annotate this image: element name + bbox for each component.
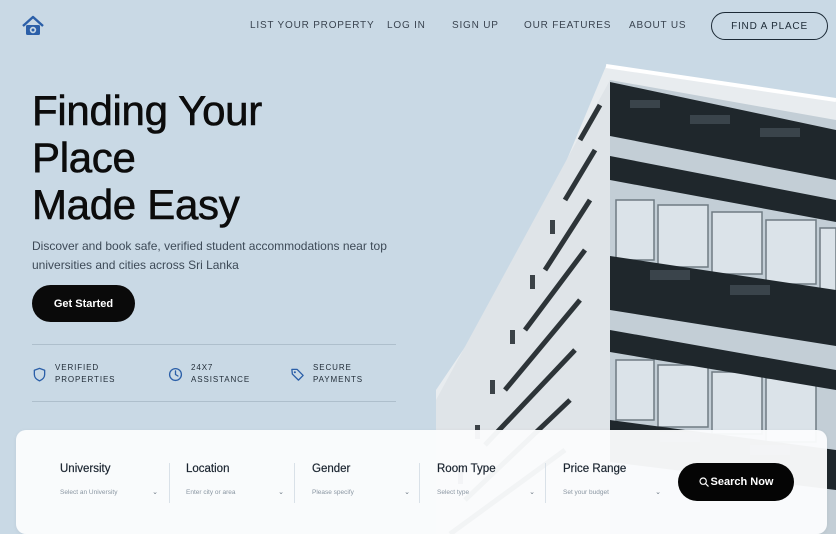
university-select[interactable]: Select an University ⌄ bbox=[60, 487, 158, 497]
field-placeholder: Please specify bbox=[312, 488, 354, 496]
clock-icon bbox=[168, 367, 183, 381]
search-icon bbox=[698, 477, 709, 487]
nav-list-your-property[interactable]: LIST YOUR PROPERTY bbox=[250, 20, 374, 31]
chevron-down-icon: ⌄ bbox=[278, 489, 284, 496]
field-placeholder: Enter city or area bbox=[186, 488, 236, 496]
feature-24x7-assistance: 24X7 ASSISTANCE bbox=[168, 361, 261, 387]
chevron-down-icon: ⌄ bbox=[655, 489, 661, 496]
feature-text: 24X7 ASSISTANCE bbox=[191, 362, 261, 386]
field-placeholder: Select type bbox=[437, 488, 470, 496]
gender-field[interactable]: Gender Please specify ⌄ bbox=[312, 463, 412, 499]
field-label: Price Range bbox=[563, 463, 627, 475]
find-a-place-button[interactable]: FIND A PLACE bbox=[711, 12, 828, 40]
feature-secure-payments: SECURE PAYMENTS bbox=[290, 361, 383, 387]
nav-about-us[interactable]: ABOUT US bbox=[629, 20, 686, 31]
chevron-down-icon: ⌄ bbox=[404, 489, 410, 496]
hero-title-line: Finding Your bbox=[32, 87, 263, 135]
field-placeholder: Set your budget bbox=[563, 488, 609, 496]
feature-line: PROPERTIES bbox=[55, 375, 116, 384]
field-label: Location bbox=[186, 463, 230, 475]
feature-line: 24X7 bbox=[191, 363, 214, 372]
location-field[interactable]: Location Enter city or area ⌄ bbox=[186, 463, 286, 499]
search-button-label: Search Now bbox=[710, 476, 774, 488]
room-type-select[interactable]: Select type ⌄ bbox=[437, 487, 535, 497]
field-label: Room Type bbox=[437, 463, 496, 475]
feature-line: ASSISTANCE bbox=[191, 375, 251, 384]
price-range-field[interactable]: Price Range Set your budget ⌄ bbox=[563, 463, 663, 499]
divider bbox=[32, 344, 396, 345]
nav-log-in[interactable]: LOG IN bbox=[387, 20, 426, 31]
feature-verified-properties: VERIFIED PROPERTIES bbox=[32, 361, 125, 387]
field-label: Gender bbox=[312, 463, 351, 475]
field-placeholder: Select an University bbox=[60, 488, 118, 496]
location-select[interactable]: Enter city or area ⌄ bbox=[186, 487, 284, 497]
hero-subtitle: Discover and book safe, verified student… bbox=[32, 239, 387, 272]
search-panel: University Select an University ⌄ Locati… bbox=[16, 430, 827, 534]
hero-title-line: Made Easy bbox=[32, 181, 240, 229]
university-field[interactable]: University Select an University ⌄ bbox=[60, 463, 160, 499]
hero-title-line: Place bbox=[32, 134, 136, 182]
feature-text: SECURE PAYMENTS bbox=[313, 362, 383, 386]
tag-icon bbox=[291, 368, 304, 381]
search-now-button[interactable]: Search Now bbox=[678, 463, 794, 501]
divider bbox=[32, 401, 396, 402]
price-range-select[interactable]: Set your budget ⌄ bbox=[563, 487, 661, 497]
hero-title: Finding Your Place Made Easy bbox=[32, 87, 352, 229]
feature-line: PAYMENTS bbox=[313, 375, 364, 384]
chevron-down-icon: ⌄ bbox=[152, 489, 158, 496]
feature-text: VERIFIED PROPERTIES bbox=[55, 362, 125, 386]
field-separator bbox=[545, 463, 546, 503]
chevron-down-icon: ⌄ bbox=[529, 489, 535, 496]
get-started-button[interactable]: Get Started bbox=[32, 285, 135, 322]
nav-sign-up[interactable]: SIGN UP bbox=[452, 20, 499, 31]
field-separator bbox=[294, 463, 295, 503]
gender-select[interactable]: Please specify ⌄ bbox=[312, 487, 410, 497]
feature-line: VERIFIED bbox=[55, 363, 100, 372]
field-separator bbox=[419, 463, 420, 503]
shield-icon bbox=[33, 367, 46, 382]
nav-our-features[interactable]: OUR FEATURES bbox=[524, 20, 611, 31]
feature-line: SECURE bbox=[313, 363, 352, 372]
field-label: University bbox=[60, 463, 111, 475]
room-type-field[interactable]: Room Type Select type ⌄ bbox=[437, 463, 537, 499]
field-separator bbox=[169, 463, 170, 503]
